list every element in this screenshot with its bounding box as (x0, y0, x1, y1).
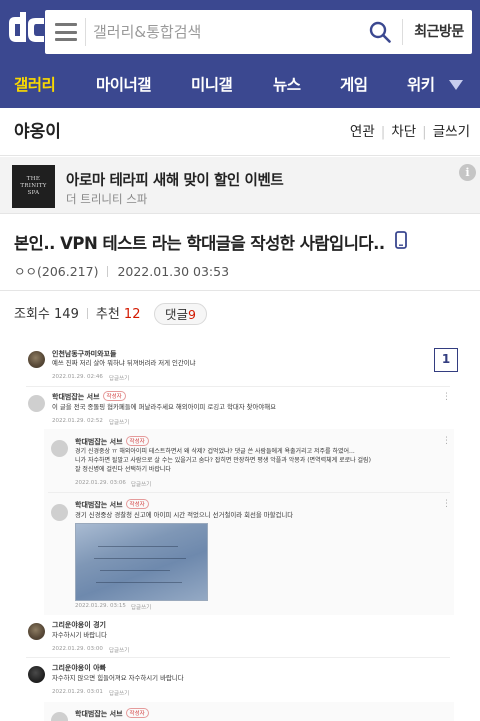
reply-link: 답글쓰기 (109, 420, 130, 426)
post-stats: 조회수 149 추천 12 (14, 305, 140, 325)
divider (85, 18, 86, 46)
comment-text: 예쓰 진짜 저리 살아 뭐하냐 뒤져버려라 저게 인간이냐 (52, 359, 196, 367)
recommend-count: 12 (123, 307, 141, 322)
divider (26, 657, 450, 658)
avatar (51, 504, 68, 521)
comment-date: 2022.01.29. 03:00 (52, 646, 103, 652)
more-options-icon: ⋮ (442, 392, 451, 402)
comment-author: 학대범잡는 서브 작성자 (75, 708, 149, 719)
comment-text: 잘 정신병에 걸린다 선택하기 바랍니다 (75, 466, 171, 473)
post-image: 1 인천남동구까미와꼬들 예쓰 진짜 저리 살아 뭐하냐 뒤져버려라 저게 인간… (14, 340, 466, 721)
comment-date: 2022.01.29. 03:15 (75, 603, 126, 609)
comment-text: 이 글을 전국 종돌핑 협카페들에 퍼날라주세요 해외아이피 로깅고 학대자 찾… (52, 403, 277, 411)
related-link[interactable]: 연관 (350, 124, 375, 140)
mobile-phone-icon (395, 231, 407, 249)
block-link[interactable]: 차단 (391, 124, 416, 140)
divider (0, 290, 480, 291)
recommend-label: 추천 (95, 307, 120, 322)
nav-expand-caret-icon[interactable] (449, 80, 463, 90)
search-icon[interactable] (369, 21, 391, 43)
divider (402, 19, 403, 45)
comment-date: 2022.01.29. 02:46 (52, 374, 103, 380)
comment-author: 그리운야옹이 아빠 (52, 664, 106, 672)
comment-author: 학대범잡는 서브 작성자 (75, 499, 149, 510)
ad-subtitle: 더 트리니티 스파 (66, 192, 148, 206)
more-options-icon: ⋮ (442, 499, 451, 509)
avatar (28, 623, 45, 640)
reply-link: 답글쓰기 (109, 376, 130, 382)
gallery-header: 야옹이 연관 | 차단 | 글쓰기 (0, 108, 480, 156)
nav-item-minor-gallery[interactable]: 마이너갤 (96, 62, 152, 108)
post-title: 본인.. VPN 테스트 라는 학대글을 작성한 사람입니다.. (14, 234, 385, 253)
comment-text: 자수하지 않으면 힘들어져요 자수하시기 바랍니다 (52, 674, 184, 682)
comment-count-button[interactable]: 댓글9 (154, 303, 207, 325)
divider (48, 492, 450, 493)
search-bar: 최근방문 (45, 10, 472, 54)
nav-item-wiki[interactable]: 위키 (407, 62, 435, 108)
main-nav: 갤러리 마이너갤 미니갤 뉴스 게임 위키 (0, 62, 480, 108)
top-header: 최근방문 (0, 0, 480, 62)
post-meta: ㅇㅇ(206.217) 2022.01.30 03:53 (14, 261, 229, 280)
reply-link: 답글쓰기 (131, 482, 152, 488)
divider (26, 386, 450, 387)
nav-item-news[interactable]: 뉴스 (273, 62, 301, 108)
ad-banner[interactable]: THE TRINITY SPA 아로마 테라피 새해 맞이 할인 이벤트 더 트… (0, 157, 480, 214)
search-input[interactable] (93, 10, 353, 54)
write-link[interactable]: 글쓰기 (433, 124, 470, 140)
dc-logo[interactable] (6, 12, 46, 50)
reply-link: 답글쓰기 (109, 691, 130, 697)
post-date: 2022.01.30 03:53 (117, 264, 230, 279)
avatar (28, 395, 45, 412)
ad-title[interactable]: 아로마 테라피 새해 맞이 할인 이벤트 (66, 169, 284, 190)
views-label: 조회수 (14, 307, 50, 322)
nav-item-game[interactable]: 게임 (340, 62, 368, 108)
comment-date: 2022.01.29. 03:01 (52, 689, 103, 695)
reply-link: 답글쓰기 (131, 605, 152, 611)
nav-item-mini-gallery[interactable]: 미니갤 (191, 62, 233, 108)
hamburger-menu-icon[interactable] (55, 23, 77, 41)
comment-author: 학대범잡는 서브 작성자 (75, 436, 149, 447)
avatar (51, 440, 68, 457)
nav-item-gallery[interactable]: 갤러리 (14, 62, 56, 108)
comment-text: 경기 신경중상 경찰청 신고에 아이피 시간 적었으니 선거철이라 회선을 마할… (75, 511, 294, 519)
comment-author: 학대범잡는 서브 작성자 (52, 391, 126, 402)
views-count: 149 (54, 307, 79, 322)
info-icon[interactable]: i (459, 164, 476, 181)
page-number-badge: 1 (434, 348, 458, 372)
avatar (28, 666, 45, 683)
recent-visits-button[interactable]: 최근방문 (409, 10, 469, 54)
gallery-title[interactable]: 야옹이 (14, 108, 61, 156)
comment-author: 그리운야옹이 경기 (52, 621, 106, 629)
comment-date: 2022.01.29. 02:52 (52, 418, 103, 424)
more-options-icon: ⋮ (442, 436, 451, 446)
gallery-actions: 연관 | 차단 | 글쓰기 (349, 124, 470, 140)
attached-photo (75, 523, 208, 601)
comment-date: 2022.01.29. 03:06 (75, 480, 126, 486)
avatar (28, 351, 45, 368)
reply-link: 답글쓰기 (109, 648, 130, 654)
ad-logo: THE TRINITY SPA (12, 165, 55, 208)
post-author[interactable]: ㅇㅇ(206.217) (14, 264, 98, 279)
comment-text: 자수하시기 바랍니다 (52, 631, 107, 639)
